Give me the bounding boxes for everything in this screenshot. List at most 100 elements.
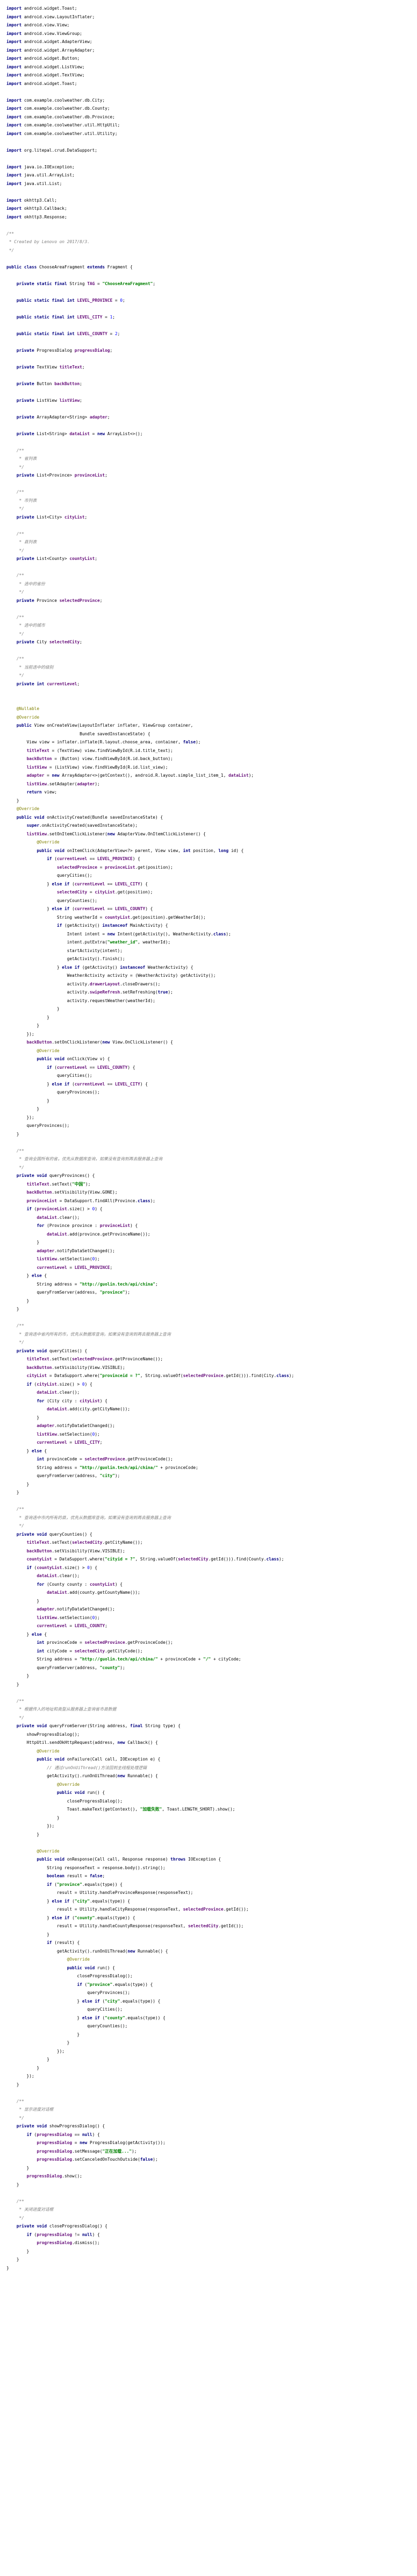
code-line: /**	[6, 1698, 24, 1704]
code-line: import android.view.View;	[6, 23, 70, 27]
code-line: }	[6, 2165, 30, 2170]
code-line: if (countyList.size() > 0) {	[26, 1565, 98, 1570]
code-line: progressDialog.setMessage("正在加载...");	[37, 2148, 137, 2154]
code-line: public void onFailure(Call call, IOExcep…	[37, 1757, 161, 1762]
code-line: import android.widget.ArrayAdapter;	[6, 47, 95, 53]
code-line: }	[6, 2182, 19, 2187]
code-line: public void onItemClick(AdapterView<?> p…	[37, 848, 244, 853]
code-line: int cityCode = selectedCity.getCityCode(…	[37, 1648, 143, 1654]
code-line: import android.widget.Toast;	[6, 81, 77, 86]
code-line: WeatherActivity activity = (WeatherActiv…	[6, 973, 216, 978]
code-line: import okhttp3.Response;	[6, 214, 67, 219]
code-line: @Override	[6, 806, 40, 811]
code-line: dataList.clear();	[37, 1390, 80, 1395]
code-line: titleText.setText("中国");	[26, 1181, 91, 1187]
code-line: });	[6, 2048, 64, 2054]
code-line: private void queryCities() {	[16, 1348, 88, 1353]
code-line: String address = "http://guolin.tech/api…	[6, 1281, 158, 1287]
code-line: }	[6, 1815, 60, 1820]
code-line: queryFromServer(address, "county");	[6, 1665, 125, 1670]
code-line: result = Utility.handleProvinceResponse(…	[6, 1890, 193, 1895]
code-line: adapter = new ArrayAdapter<>(getContext(…	[26, 773, 254, 778]
code-line: queryCities();	[6, 1073, 92, 1078]
code-line: }	[6, 2257, 19, 2262]
code-area[interactable]: import android.widget.Toast; import andro…	[0, 0, 417, 2272]
code-line: for (County county : countyList) {	[37, 1581, 123, 1587]
code-line: * 查询选中省内所有的市，优先从数据库查询，如果没有查询到再去服务器上查询	[6, 1331, 171, 1337]
code-line: }	[6, 1014, 49, 1020]
code-line: progressDialog = new ProgressDialog(getA…	[37, 2140, 166, 2145]
code-line: for (Province province : provinceList) {	[37, 1223, 138, 1228]
code-line: queryFromServer(address, "city");	[6, 1473, 120, 1478]
code-line: super.onActivityCreated(savedInstanceSta…	[26, 823, 138, 828]
code-line: import android.view.ViewGroup;	[6, 31, 82, 36]
code-line: import java.util.ArrayList;	[6, 173, 75, 178]
code-line: * 当前选中的级别	[6, 664, 54, 670]
code-line: */	[6, 464, 24, 470]
code-line: */	[6, 1523, 24, 1528]
code-line: listView.setSelection(0);	[37, 1431, 100, 1437]
code-line: });	[6, 1031, 34, 1037]
code-editor[interactable]: import android.widget.Toast; import andro…	[0, 0, 417, 2576]
code-line: }	[6, 1832, 40, 1837]
code-line: listView.setAdapter(adapter);	[26, 781, 100, 786]
code-line: startActivity(intent);	[6, 948, 123, 953]
code-line: }	[6, 1681, 19, 1687]
code-line: private ProgressDialog progressDialog;	[16, 347, 113, 353]
code-line: adapter.notifyDataSetChanged();	[37, 1248, 115, 1253]
code-line: if (progressDialog != null) {	[26, 2232, 100, 2237]
code-line: for (City city : cityList) {	[37, 1398, 107, 1403]
code-line: import com.example.coolweather.db.City;	[6, 97, 105, 103]
code-line: backButton = (Button) view.findViewById(…	[26, 756, 173, 761]
code-line: getActivity().runOnUiThread(new Runnable…	[6, 1773, 158, 1778]
code-line: queryCities();	[6, 873, 92, 878]
code-line: private Button backButton;	[16, 381, 82, 386]
code-line: */	[6, 673, 24, 678]
code-line: currentLevel = LEVEL_PROVINCE;	[37, 1265, 113, 1270]
code-line: */	[6, 1165, 24, 1170]
code-line: int provinceCode = selectedProvince.getP…	[37, 1640, 173, 1645]
code-line: String weatherId = countyList.get(positi…	[6, 914, 206, 920]
code-line: result = Utility.handleCityResponse(resp…	[6, 1907, 249, 1912]
code-line: queryCities();	[6, 2007, 123, 2012]
code-line: } else if ("county".equals(type)) {	[6, 2015, 166, 2020]
code-line: @Override	[6, 1748, 60, 1754]
code-line: private void queryCounties() {	[16, 1531, 92, 1537]
code-line: } else if ("city".equals(type)) {	[6, 1998, 161, 2004]
code-line: } else if (currentLevel == LEVEL_COUNTY)…	[6, 906, 153, 911]
code-line: activity.requestWeather(weatherId);	[6, 998, 155, 1003]
code-line: }	[6, 1307, 19, 1311]
code-line: public void onActivityCreated(Bundle sav…	[16, 814, 163, 820]
code-line: });	[6, 1823, 55, 1828]
code-line: }	[6, 1023, 40, 1028]
code-line: } else if (currentLevel == LEVEL_CITY) {	[6, 1081, 148, 1087]
code-line: });	[6, 1115, 34, 1120]
code-line: }	[6, 1298, 30, 1303]
code-line: * 根据传入的地址和类型从服务器上查询省市县数据	[6, 1707, 117, 1712]
code-line: * 市列表	[6, 498, 37, 503]
code-line: if (cityList.size() > 0) {	[26, 1381, 92, 1387]
code-line: queryCounties();	[6, 2024, 128, 2028]
code-line: private ListView listView;	[16, 398, 82, 403]
code-line: }	[6, 1415, 40, 1420]
code-line: dataList.add(county.getCountyName());	[47, 1590, 140, 1595]
code-line: * 查询选中市内所有的县，优先从数据库查询，如果没有查询到再去服务器上查询	[6, 1515, 171, 1520]
code-line: */	[6, 631, 24, 636]
code-line: * 显示进度对话框	[6, 2107, 54, 2112]
code-line: } else if (getActivity() instanceof Weat…	[6, 964, 193, 970]
code-line: }	[6, 2065, 40, 2070]
code-line: public View onCreateView(LayoutInflater …	[16, 723, 193, 728]
code-line: } else {	[6, 1448, 47, 1453]
code-line: /**	[6, 656, 24, 661]
code-line: }	[6, 2057, 49, 2062]
